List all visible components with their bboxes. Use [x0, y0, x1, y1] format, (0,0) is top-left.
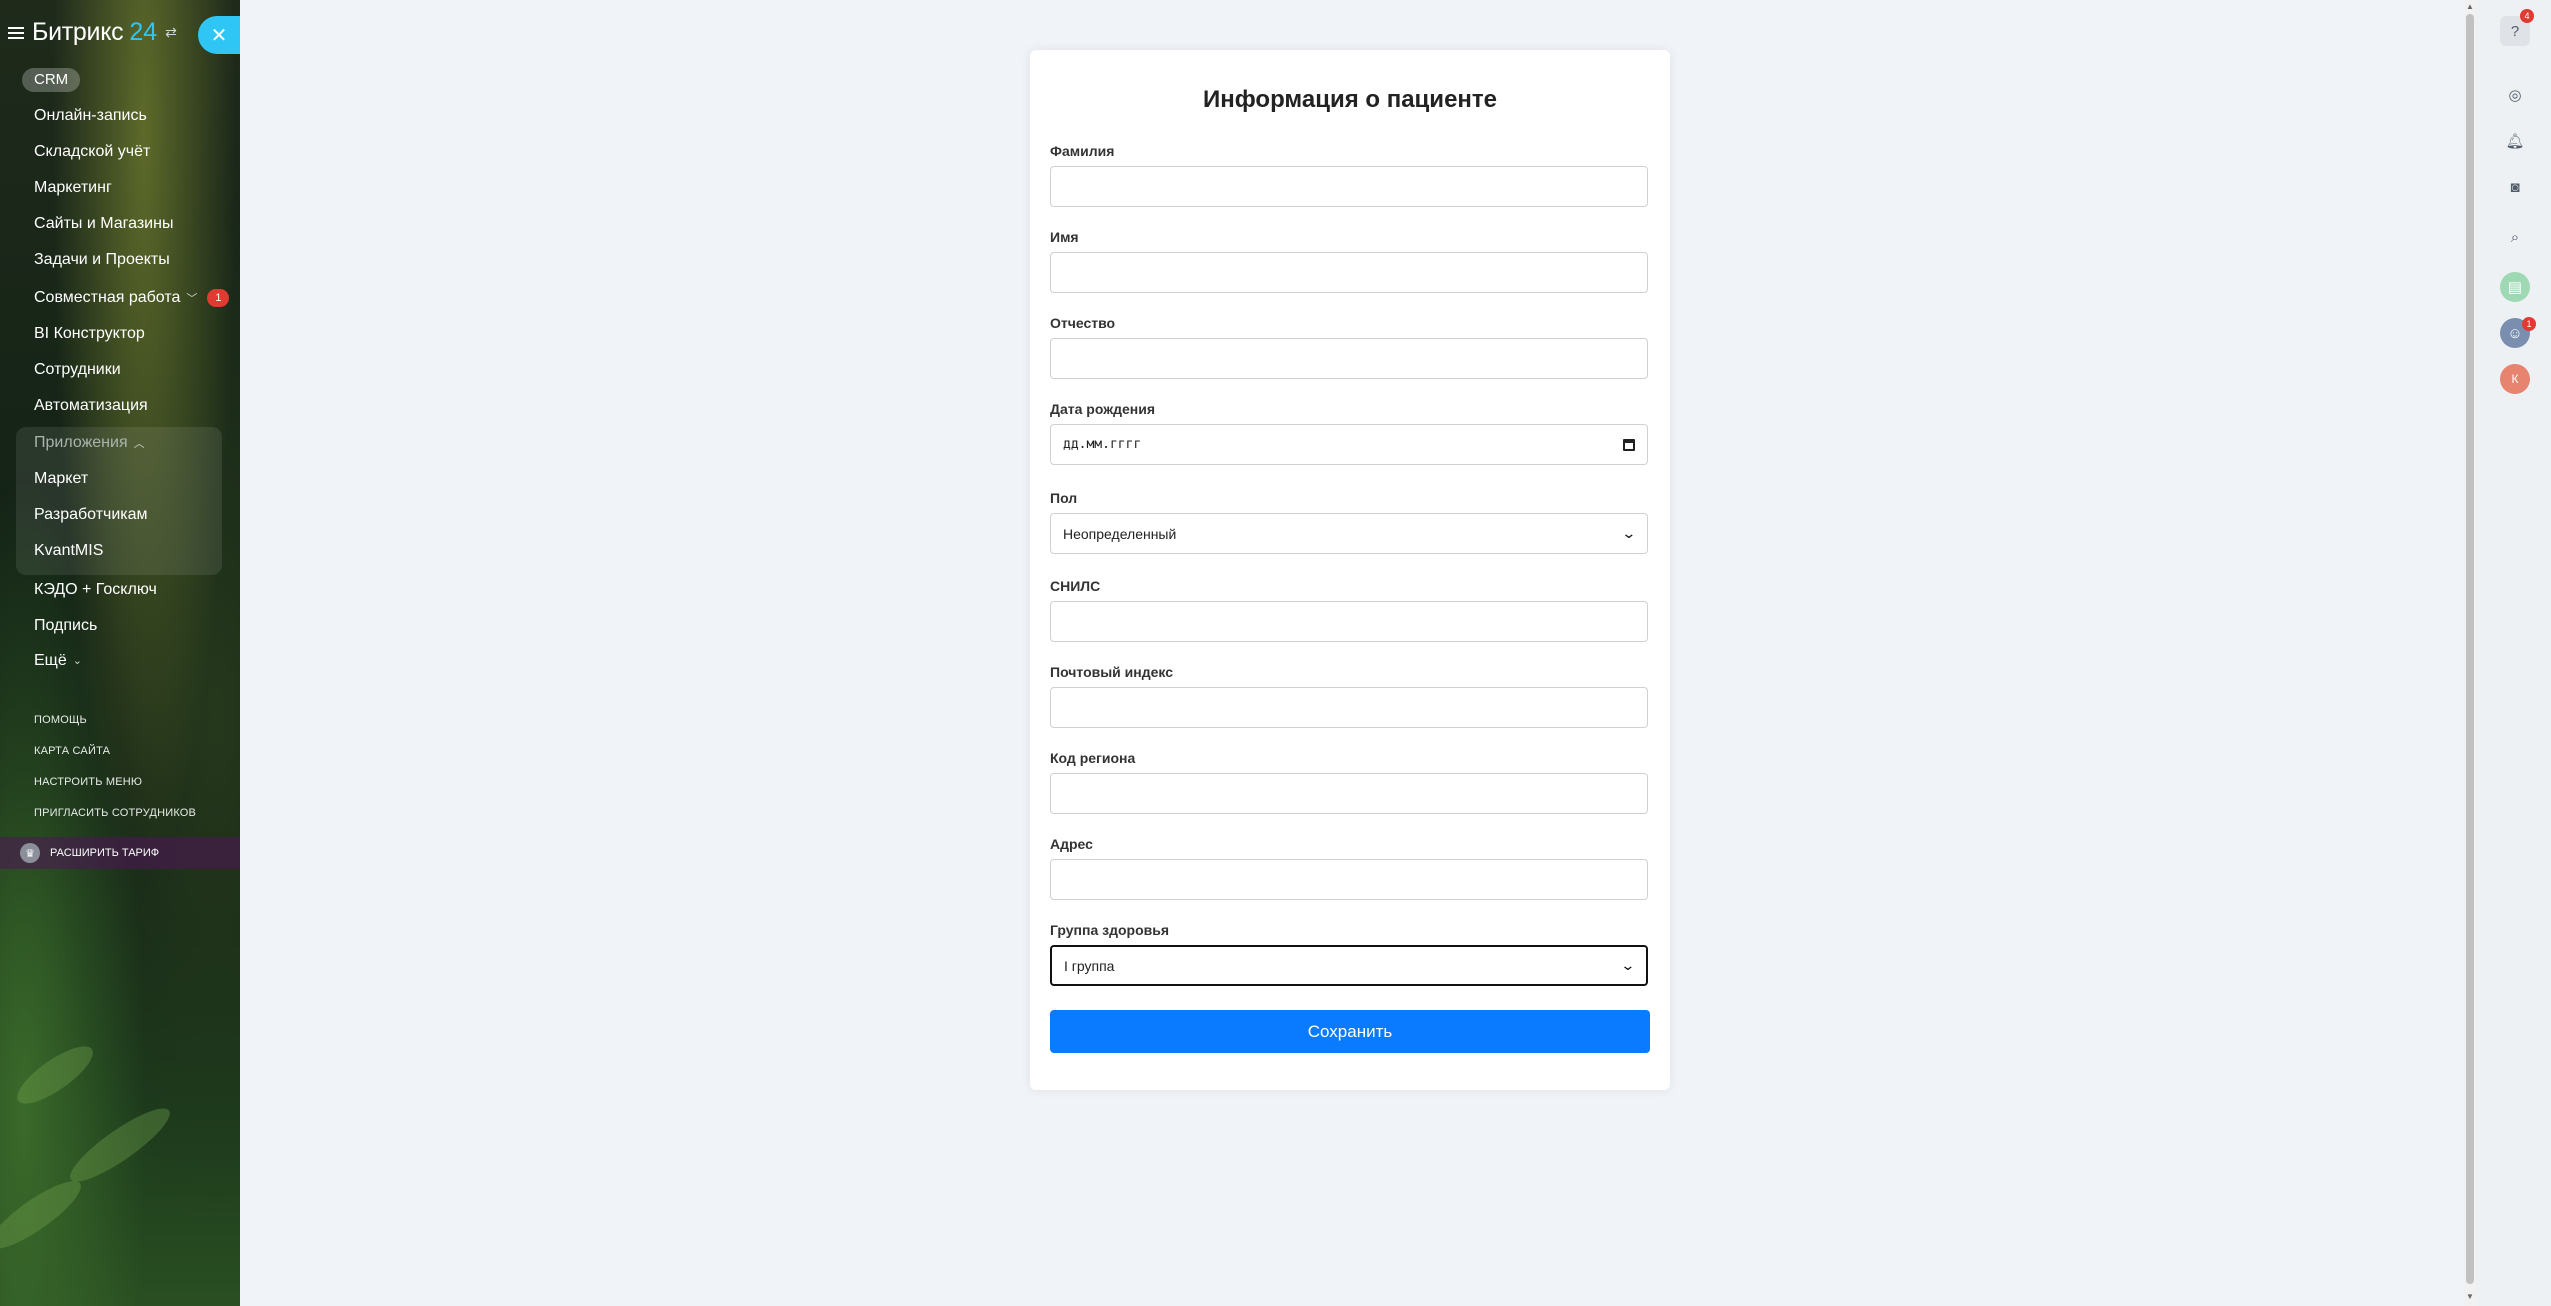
- chevron-up-icon: ︿: [133, 437, 145, 450]
- sidebar-item-automation[interactable]: Автоматизация: [34, 397, 148, 415]
- field-label: Фамилия: [1050, 143, 1115, 159]
- patient-form-card: Информация о пациенте Фамилия Имя Отчест…: [1030, 50, 1670, 1090]
- sidebar-item-signature[interactable]: Подпись: [34, 617, 97, 635]
- sidebar-item-employees[interactable]: Сотрудники: [34, 361, 121, 379]
- sidebar-item-more[interactable]: Ещё ⌄: [34, 652, 82, 670]
- chevron-down-icon: ⌄: [72, 655, 82, 668]
- sidebar-item-tasks[interactable]: Задачи и Проекты: [34, 251, 170, 269]
- left-sidebar: Битрикс 24 ⇄ ✕ CRM Онлайн-запись Складск…: [0, 0, 240, 1306]
- sidebar-item-marketing[interactable]: Маркетинг: [34, 179, 112, 197]
- sidebar-item-label: Совместная работа: [34, 289, 181, 307]
- decorative-leaf: [62, 1098, 178, 1192]
- address-input[interactable]: [1050, 859, 1648, 900]
- calendar-icon[interactable]: [1623, 438, 1635, 451]
- field-label: Адрес: [1050, 836, 1093, 852]
- scrollbar-thumb[interactable]: [2466, 14, 2474, 1284]
- link-configure-menu[interactable]: НАСТРОИТЬ МЕНЮ: [34, 776, 142, 788]
- swap-icon[interactable]: ⇄: [165, 24, 177, 41]
- sidebar-item-developers[interactable]: Разработчикам: [34, 506, 148, 524]
- link-sitemap[interactable]: КАРТА САЙТА: [34, 745, 110, 757]
- avatar-badge: 1: [2522, 317, 2536, 331]
- field-label: Отчество: [1050, 315, 1116, 331]
- logo-row: Битрикс 24 ⇄: [8, 18, 177, 47]
- field-label: Имя: [1050, 229, 1079, 245]
- sidebar-item-inventory[interactable]: Складской учёт: [34, 143, 150, 161]
- field-label: Группа здоровья: [1050, 922, 1170, 938]
- patronymic-input[interactable]: [1050, 338, 1648, 379]
- gender-selected-value: Неопределенный: [1063, 525, 1177, 542]
- sidebar-item-online-booking[interactable]: Онлайн-запись: [34, 107, 147, 125]
- sidebar-item-bi[interactable]: BI Конструктор: [34, 325, 145, 343]
- save-button[interactable]: Сохранить: [1050, 1010, 1650, 1053]
- sidebar-item-sites[interactable]: Сайты и Магазины: [34, 215, 173, 233]
- right-rail: ? 4 ◎ 🔔︎ ◙ ⌕ ▤ ☺ 1 К: [2476, 0, 2551, 1306]
- field-label: СНИЛС: [1050, 578, 1101, 594]
- scroll-down-icon[interactable]: ▼: [2464, 1292, 2476, 1301]
- sidebar-item-crm[interactable]: CRM: [22, 68, 81, 92]
- search-icon[interactable]: ⌕: [2500, 222, 2530, 252]
- date-placeholder: дд.мм.гггг: [1063, 437, 1142, 452]
- brand-logo[interactable]: Битрикс: [32, 18, 124, 47]
- field-label: Почтовый индекс: [1050, 664, 1174, 680]
- decorative-leaf: [9, 1036, 101, 1114]
- link-invite-employees[interactable]: ПРИГЛАСИТЬ СОТРУДНИКОВ: [34, 807, 196, 819]
- field-label: Пол: [1050, 490, 1078, 506]
- decorative-leaf: [0, 1171, 89, 1259]
- page-scrollbar[interactable]: ▲ ▼: [2464, 0, 2476, 1306]
- health-group-select[interactable]: I группа ⌄: [1050, 945, 1648, 986]
- close-slider-button[interactable]: ✕: [198, 16, 240, 54]
- notification-badge: 1: [207, 289, 230, 307]
- upgrade-tariff-button[interactable]: ♛ РАСШИРИТЬ ТАРИФ: [0, 837, 240, 869]
- last-name-input[interactable]: [1050, 166, 1648, 207]
- close-icon: ✕: [210, 24, 228, 47]
- first-name-input[interactable]: [1050, 252, 1648, 293]
- scroll-up-icon[interactable]: ▲: [2464, 2, 2476, 11]
- postal-code-input[interactable]: [1050, 687, 1648, 728]
- sidebar-item-label: Ещё: [34, 652, 67, 669]
- chevron-down-icon: ⌄: [1621, 525, 1637, 541]
- snils-input[interactable]: [1050, 601, 1648, 642]
- sidebar-item-kedo[interactable]: КЭДО + Госключ: [34, 581, 157, 599]
- sidebar-item-label: Приложения: [34, 434, 128, 451]
- field-label: Код региона: [1050, 750, 1136, 766]
- health-group-selected-value: I группа: [1064, 957, 1115, 974]
- birth-date-input[interactable]: дд.мм.гггг: [1050, 424, 1648, 465]
- page-title: Информация о пациенте: [1202, 86, 1498, 113]
- upgrade-tariff-label: РАСШИРИТЬ ТАРИФ: [50, 847, 160, 859]
- sidebar-item-apps[interactable]: Приложения ︿: [34, 434, 145, 452]
- link-help[interactable]: ПОМОЩЬ: [34, 714, 87, 726]
- gender-select[interactable]: Неопределенный ⌄: [1050, 513, 1648, 554]
- region-code-input[interactable]: [1050, 773, 1648, 814]
- sidebar-item-collaboration[interactable]: Совместная работа ﹀ 1: [34, 289, 230, 307]
- chevron-down-icon: ⌄: [1620, 957, 1636, 973]
- field-label: Дата рождения: [1050, 401, 1156, 417]
- notes-icon[interactable]: ▤: [2500, 272, 2530, 302]
- sidebar-item-market[interactable]: Маркет: [34, 470, 88, 488]
- brand-number: 24: [129, 18, 158, 46]
- crown-icon: ♛: [20, 843, 40, 863]
- help-badge: 4: [2520, 9, 2534, 23]
- copilot-icon[interactable]: ◎: [2500, 80, 2530, 110]
- main-content: Информация о пациенте Фамилия Имя Отчест…: [240, 0, 2464, 1306]
- menu-icon[interactable]: [8, 26, 24, 39]
- user-avatar[interactable]: К: [2500, 364, 2530, 394]
- chat-icon[interactable]: ◙: [2500, 172, 2530, 202]
- sidebar-item-kvantmis[interactable]: KvantMIS: [34, 542, 103, 560]
- chevron-down-icon: ﹀: [186, 293, 198, 305]
- bell-icon[interactable]: 🔔︎: [2500, 126, 2530, 156]
